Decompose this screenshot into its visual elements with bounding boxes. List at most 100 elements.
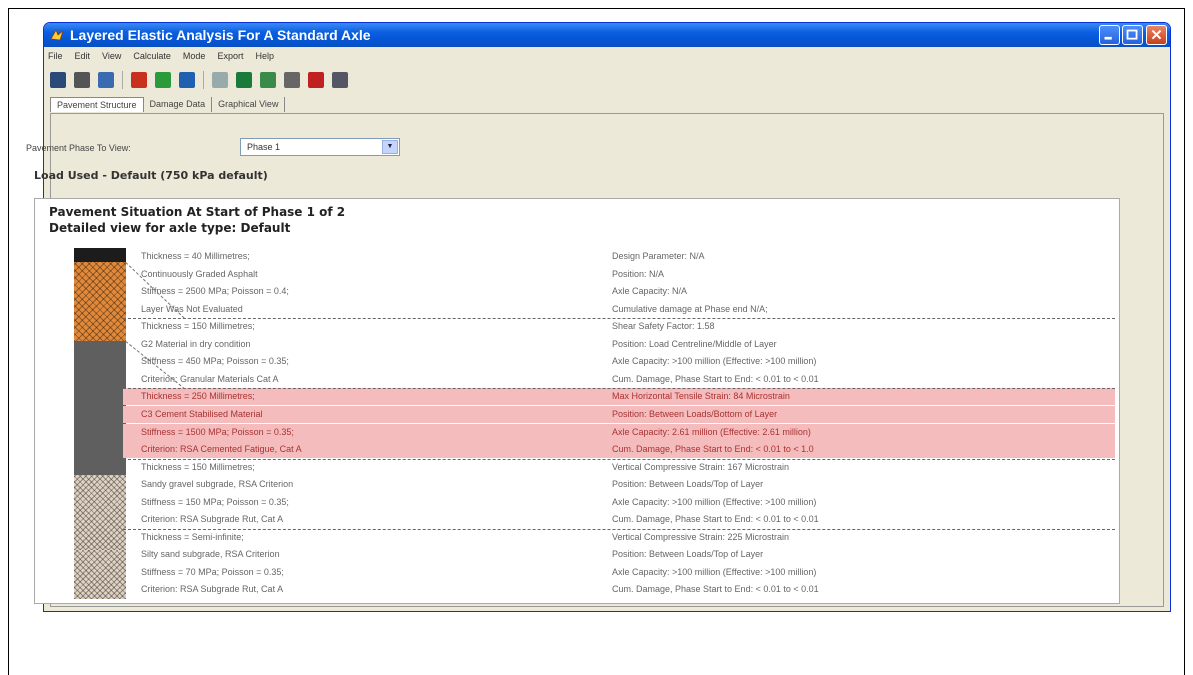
table-row: Stiffness = 150 MPa; Poisson = 0.35; Axle… — [123, 494, 1115, 511]
analysis-result: Axle Capacity: 2.61 million (Effective: … — [612, 426, 811, 437]
export-icon[interactable] — [260, 72, 276, 88]
menu-item-export[interactable]: Export — [217, 51, 243, 61]
layer-granular — [74, 262, 126, 341]
analysis-result: Shear Safety Factor: 1.58 — [612, 321, 715, 332]
layer-property: Criterion: RSA Subgrade Rut, Cat A — [141, 514, 284, 525]
menu-item-edit[interactable]: Edit — [75, 51, 91, 61]
menu-item-help[interactable]: Help — [255, 51, 274, 61]
menu-item-calculate[interactable]: Calculate — [133, 51, 171, 61]
analysis-result: Position: N/A — [612, 268, 665, 279]
situation-title: Pavement Situation At Start of Phase 1 o… — [49, 205, 346, 219]
analysis-result: Cum. Damage, Phase Start to End: < 0.01 … — [612, 373, 819, 384]
table-row: Sandy gravel subgrade, RSA Criterion Posi… — [123, 476, 1115, 493]
menu-item-file[interactable]: File — [48, 51, 63, 61]
layer-property: Thickness = 40 Millimetres; — [141, 251, 250, 261]
layer-property: Stiffness = 450 MPa; Poisson = 0.35; — [141, 356, 289, 367]
title-bar[interactable]: Layered Elastic Analysis For A Standard … — [44, 23, 1170, 47]
table-row: Thickness = 40 Millimetres; Design Parame… — [123, 248, 1115, 265]
layer-property: Criterion: Granular Materials Cat A — [141, 373, 279, 384]
analysis-result: Position: Between Loads/Top of Layer — [612, 549, 764, 560]
layer-property: Continuously Graded Asphalt — [141, 268, 258, 279]
print-icon[interactable] — [74, 72, 90, 88]
tab-damage-data[interactable]: Damage Data — [144, 97, 213, 112]
analysis-result: Vertical Compressive Strain: 167 Microst… — [612, 461, 790, 472]
layer-property: C3 Cement Stabilised Material — [141, 408, 263, 419]
table-row: G2 Material in dry condition Position: Lo… — [123, 336, 1115, 353]
minimize-icon — [1104, 36, 1112, 40]
layer-property: Thickness = 250 Millimetres; — [141, 391, 255, 402]
maximize-icon — [1126, 29, 1138, 40]
table-row: Criterion: RSA Subgrade Rut, Cat A Cum. D… — [123, 511, 1115, 528]
app-icon — [50, 29, 64, 41]
layer-separator — [123, 528, 1115, 530]
layer-property: Criterion: RSA Cemented Fatigue, Cat A — [141, 444, 302, 455]
analysis-result: Max Horizontal Tensile Strain: 84 Micros… — [612, 391, 790, 402]
table-row: Stiffness = 450 MPa; Poisson = 0.35; Axle… — [123, 353, 1115, 370]
toolbar — [50, 68, 348, 92]
toolbar-separator — [122, 71, 123, 89]
situation-panel: Pavement Situation At Start of Phase 1 o… — [34, 198, 1120, 604]
situation-subtitle: Detailed view for axle type: Default — [49, 221, 291, 235]
add-icon[interactable] — [155, 72, 171, 88]
window-title: Layered Elastic Analysis For A Standard … — [70, 27, 371, 43]
analysis-result: Position: Between Loads/Bottom of Layer — [612, 408, 778, 419]
layer-property: Thickness = 150 Millimetres; — [141, 461, 255, 472]
menu-item-view[interactable]: View — [102, 51, 121, 61]
layer-property: Stiffness = 70 MPa; Poisson = 0.35; — [141, 566, 284, 577]
layer-property: G2 Material in dry condition — [141, 338, 251, 349]
red-flag-icon[interactable] — [308, 72, 324, 88]
tab-graphical-view[interactable]: Graphical View — [212, 97, 286, 112]
analysis-result: Cum. Damage, Phase Start to End: < 0.01 … — [612, 514, 819, 525]
tab-pavement-structure[interactable]: Pavement Structure — [50, 97, 144, 112]
analysis-result: Vertical Compressive Strain: 225 Microst… — [612, 531, 790, 542]
flag-icon[interactable] — [131, 72, 147, 88]
layer-separator — [123, 318, 1115, 320]
minimize-button[interactable] — [1099, 25, 1120, 45]
chevron-down-icon[interactable]: ▼ — [382, 140, 398, 154]
analysis-result: Axle Capacity: >100 million (Effective: … — [612, 566, 817, 577]
layer-property: Stiffness = 150 MPa; Poisson = 0.35; — [141, 496, 289, 507]
toolbar-separator — [203, 71, 204, 89]
phase-select-value: Phase 1 — [247, 142, 281, 152]
menu-bar: File Edit View Calculate Mode Export Help — [44, 47, 1170, 65]
grid-icon[interactable] — [179, 72, 195, 88]
table-row: Criterion: RSA Cemented Fatigue, Cat A Cu… — [123, 441, 1115, 459]
layer-cement — [74, 341, 126, 475]
document-icon[interactable] — [212, 72, 228, 88]
table-row: Layer Was Not Evaluated Cumulative damage… — [123, 301, 1115, 318]
copy-icon[interactable] — [98, 72, 114, 88]
help-icon[interactable] — [284, 72, 300, 88]
analysis-result: Cumulative damage at Phase end N/A; — [612, 303, 768, 314]
load-used-label: Load Used - Default (750 kPa default) — [34, 169, 268, 182]
table-row: Stiffness = 1500 MPa; Poisson = 0.35; Axl… — [123, 423, 1115, 441]
analysis-result: Axle Capacity: N/A — [612, 286, 688, 297]
close-icon — [1151, 29, 1162, 40]
layer-silty-subgrade — [74, 550, 126, 599]
table-row: C3 Cement Stabilised Material Position: B… — [123, 405, 1115, 423]
layer-property: Thickness = 150 Millimetres; — [141, 321, 255, 332]
table-row: Continuously Graded Asphalt Position: N/A — [123, 266, 1115, 283]
maximize-button[interactable] — [1122, 25, 1143, 45]
table-row: Criterion: Granular Materials Cat A Cum. … — [123, 371, 1115, 388]
analysis-result: Position: Load Centreline/Middle of Laye… — [612, 338, 777, 349]
analysis-result: Position: Between Loads/Top of Layer — [612, 479, 764, 490]
layer-separator — [123, 458, 1115, 460]
layer-column — [74, 248, 126, 599]
menu-item-mode[interactable]: Mode — [183, 51, 206, 61]
close-button[interactable] — [1146, 25, 1167, 45]
table-row: Stiffness = 2500 MPa; Poisson = 0.4; Axle… — [123, 283, 1115, 300]
layer-property: Criterion: RSA Subgrade Rut, Cat A — [141, 584, 284, 595]
table-row: Silty sand subgrade, RSA Criterion Positi… — [123, 546, 1115, 563]
analysis-result: Design Parameter: N/A — [612, 251, 705, 261]
table-row: Thickness = 250 Millimetres; Max Horizont… — [123, 388, 1115, 406]
save-icon[interactable] — [50, 72, 66, 88]
table-row: Criterion: RSA Subgrade Rut, Cat A Cum. D… — [123, 581, 1115, 598]
phase-select[interactable]: Phase 1 ▼ — [240, 138, 400, 156]
table-row: Thickness = 150 Millimetres; Shear Safety… — [123, 318, 1115, 335]
layer-sandy-subgrade — [74, 475, 126, 550]
chart-icon[interactable] — [236, 72, 252, 88]
layer-asphalt — [74, 248, 126, 262]
exit-icon[interactable] — [332, 72, 348, 88]
analysis-result: Cum. Damage, Phase Start to End: < 0.01 … — [612, 584, 819, 595]
layer-property: Silty sand subgrade, RSA Criterion — [141, 549, 280, 560]
